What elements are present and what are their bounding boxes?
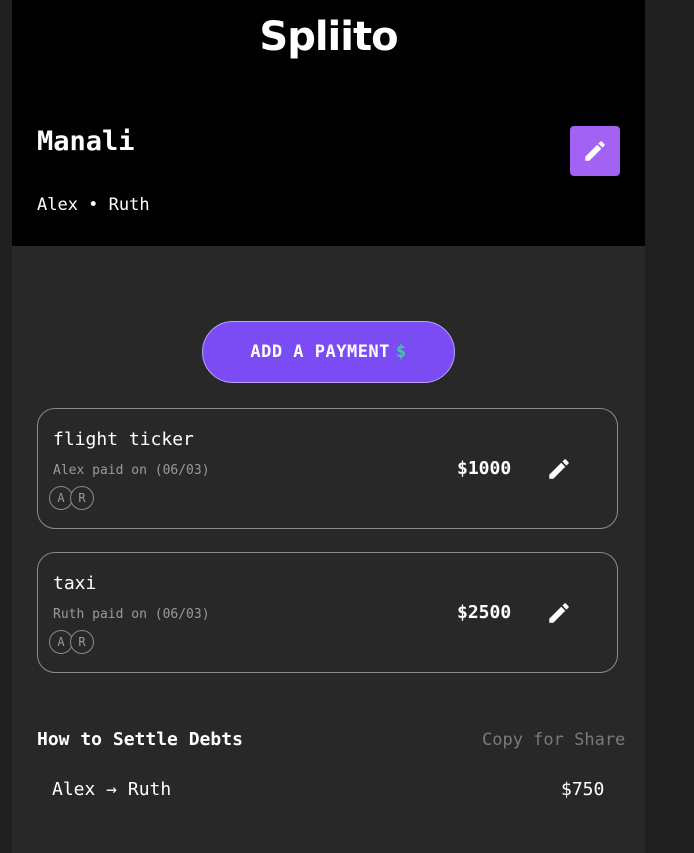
payment-card[interactable]: taxi Ruth paid on (06/03) A R $2500	[37, 552, 618, 673]
group-members: Alex • Ruth	[37, 195, 150, 215]
payment-amount: $2500	[457, 602, 512, 623]
copy-for-share-button[interactable]: Copy for Share	[482, 730, 625, 750]
payment-card[interactable]: flight ticker Alex paid on (06/03) A R $…	[37, 408, 618, 529]
pencil-icon	[549, 603, 569, 623]
participant-avatars: A R	[49, 630, 94, 654]
header: Spliito Manali Alex • Ruth	[12, 0, 645, 246]
payment-title: flight ticker	[53, 429, 194, 450]
settle-debts-title: How to Settle Debts	[37, 729, 243, 750]
pencil-icon	[549, 459, 569, 479]
edit-payment-button[interactable]	[545, 455, 573, 483]
avatar: R	[70, 486, 94, 510]
edit-payment-button[interactable]	[545, 599, 573, 627]
payment-subtitle: Alex paid on (06/03)	[53, 463, 210, 478]
edit-group-button[interactable]	[570, 126, 620, 176]
avatar: R	[70, 630, 94, 654]
participant-avatars: A R	[49, 486, 94, 510]
payment-subtitle: Ruth paid on (06/03)	[53, 607, 210, 622]
debt-description: Alex → Ruth	[52, 779, 172, 800]
left-gutter	[0, 0, 12, 853]
app-title: Spliito	[259, 14, 398, 60]
payment-title: taxi	[53, 573, 97, 594]
payment-amount: $1000	[457, 458, 512, 479]
dollar-icon: $	[395, 342, 407, 362]
right-gutter	[645, 0, 694, 853]
add-payment-label: ADD A PAYMENT	[250, 342, 390, 362]
app-container: Spliito Manali Alex • Ruth ADD A PAYMENT…	[12, 0, 645, 853]
debt-amount: $750	[561, 779, 605, 800]
pencil-icon	[585, 141, 605, 161]
add-payment-button[interactable]: ADD A PAYMENT $	[202, 321, 455, 383]
group-name: Manali	[37, 126, 135, 157]
